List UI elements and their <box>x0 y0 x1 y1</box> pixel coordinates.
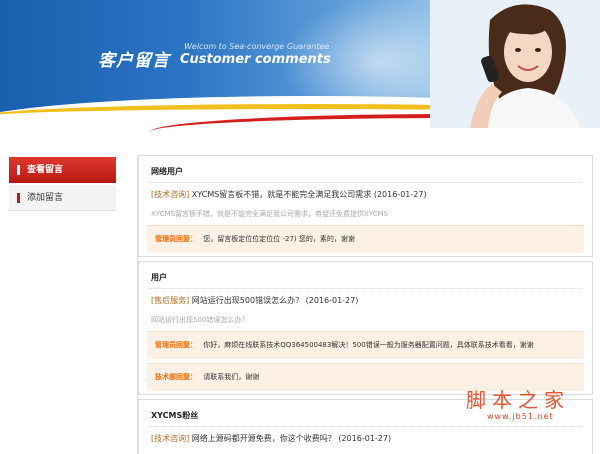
reply-text: 请联系我们，谢谢 <box>203 373 260 381</box>
comment-title[interactable]: [技术咨询] 网络上源码都开源免费，你这个收费吗？ (2016-01-27) <box>139 427 592 449</box>
active-marker-icon <box>17 165 20 175</box>
item-marker-icon <box>17 193 20 203</box>
reply-box: 管理员回复： 你好，麻烦在线联系技术QQ364500483解决！500错误一般为… <box>147 331 584 359</box>
comment-card: 用户 [售后服务] 网站运行出现500错误怎么办？ (2016-01-27) 网… <box>138 261 593 395</box>
page-banner: 客户留言 Welcom to Sea-converge Guarantee Cu… <box>0 0 600 148</box>
site-watermark-url: www.jb51.net <box>487 412 554 421</box>
sidebar-nav: 查看留言 添加留言 <box>9 157 116 213</box>
comment-title[interactable]: [技术咨询] XYCMS留言板不错，就是不能完全满足我公司需求 (2016-01… <box>139 183 592 205</box>
comment-category[interactable]: [技术咨询] <box>151 434 189 443</box>
comment-category[interactable]: [售后服务] <box>151 296 189 305</box>
comment-title-text: XYCMS留言板不错，就是不能完全满足我公司需求 (2016-01-27) <box>191 190 427 199</box>
customer-service-woman-image <box>430 0 600 128</box>
banner-title-en: Customer comments <box>180 52 331 67</box>
banner-subtitle: Welcom to Sea-converge Guarantee <box>184 42 330 51</box>
banner-title-cn: 客户留言 <box>98 51 170 71</box>
site-watermark: 脚本之家 <box>466 388 570 412</box>
comment-title[interactable]: [售后服务] 网站运行出现500错误怎么办？ (2016-01-27) <box>139 289 592 311</box>
comment-title-text: 网络上源码都开源免费，你这个收费吗？ (2016-01-27) <box>191 434 392 443</box>
reply-text: 你好，麻烦在线联系技术QQ364500483解决！500错误一般为服务器配置问题… <box>203 341 534 349</box>
sidebar-item-label: 查看留言 <box>27 165 64 175</box>
reply-text: 您，留言板定位位定位位 -27) 您的，素的，谢谢 <box>203 235 355 243</box>
reply-author: 管理员回复： <box>155 341 197 349</box>
sidebar-item-add-comment[interactable]: 添加留言 <box>9 185 116 211</box>
sidebar-item-view-comments[interactable]: 查看留言 <box>9 157 116 183</box>
reply-author: 技术部回复： <box>155 373 197 381</box>
comment-body: XYCMS留言板不错，就是不能完全满足我公司需求，希望还免费提供XYCMS <box>151 210 389 218</box>
comment-title-text: 网站运行出现500错误怎么办？ (2016-01-27) <box>191 296 359 305</box>
reply-box: 管理员回复： 您，留言板定位位定位位 -27) 您的，素的，谢谢 <box>147 225 584 253</box>
comment-user: 网络用户 <box>151 167 183 176</box>
reply-author: 管理员回复： <box>155 235 197 243</box>
comment-user: 用户 <box>151 273 167 282</box>
sidebar-item-label: 添加留言 <box>27 193 64 203</box>
comment-category[interactable]: [技术咨询] <box>151 190 189 199</box>
comment-body: 网站运行出现500错误怎么办？ <box>151 316 249 324</box>
comment-card: 网络用户 [技术咨询] XYCMS留言板不错，就是不能完全满足我公司需求 (20… <box>138 155 593 257</box>
